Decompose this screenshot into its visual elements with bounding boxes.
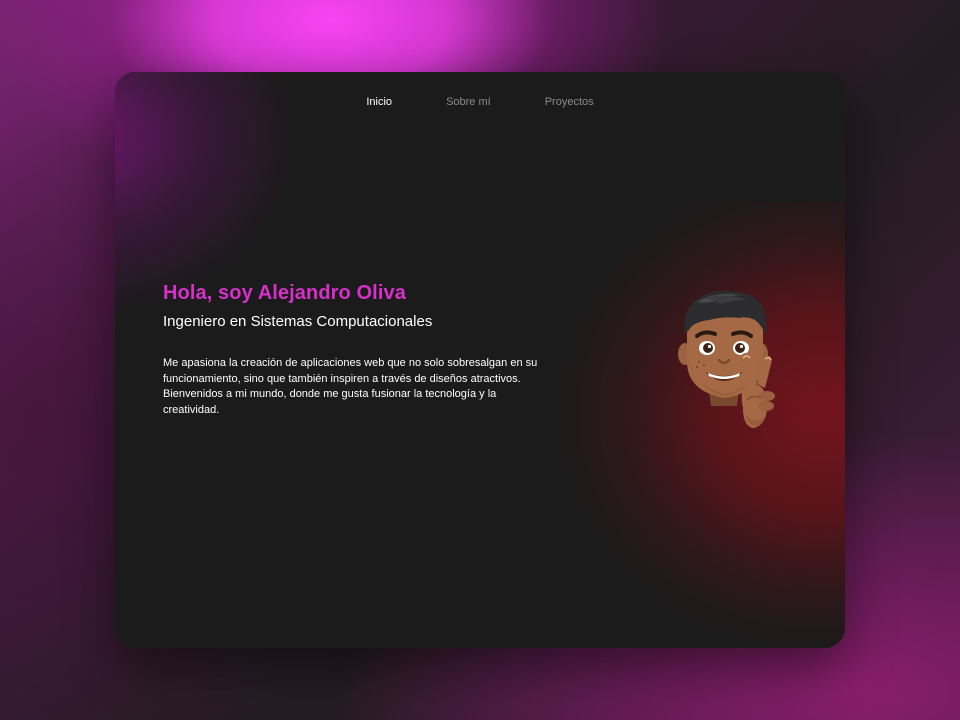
nav-item-inicio[interactable]: Inicio <box>339 96 419 108</box>
nav-item-proyectos[interactable]: Proyectos <box>518 96 621 108</box>
browser-window: Inicio Sobre mí Proyectos Hola, soy Alej… <box>115 72 845 648</box>
memoji-peace-sign-icon <box>678 290 775 428</box>
nav-item-sobre-mi[interactable]: Sobre mí <box>419 96 518 108</box>
main-nav: Inicio Sobre mí Proyectos <box>115 96 845 108</box>
hero-greeting: Hola, soy Alejandro Oliva <box>163 282 406 304</box>
hero-subtitle: Ingeniero en Sistemas Computacionales <box>163 313 433 330</box>
hero-section: Hola, soy Alejandro Oliva Ingeniero en S… <box>163 282 563 418</box>
purple-glow <box>115 72 295 312</box>
hero-description: Me apasiona la creación de aplicaciones … <box>163 357 538 416</box>
